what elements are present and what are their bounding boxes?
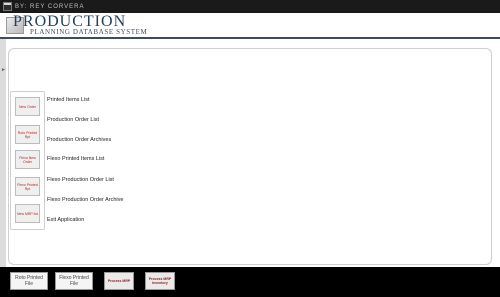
process-mrp-inventory-label: Process MRP Inventory: [148, 277, 172, 285]
window-title: BY: REY CORVERA: [15, 3, 85, 10]
roto-printed-rpt-button[interactable]: Roto Printed Rpt: [15, 125, 40, 144]
flexo-printed-rpt-button[interactable]: Flexo Printed Rpt: [15, 177, 40, 196]
main-area: ► New Order Roto Printed Rpt Flexo New O…: [0, 39, 500, 267]
new-order-button-label: New Order: [19, 104, 36, 109]
logo-subtitle: PLANNING DATABASE SYSTEM: [30, 28, 148, 36]
menu-link-flexo-production-order-archive[interactable]: Flexo Production Order Archive: [47, 197, 123, 203]
process-mrp-inventory-button[interactable]: Process MRP Inventory: [145, 272, 175, 290]
menu-link-flexo-production-order-list[interactable]: Flexo Production Order List: [47, 177, 114, 183]
menu-link-printed-items-list[interactable]: Printed Items List: [47, 97, 90, 103]
menu-button-column: New Order Roto Printed Rpt Flexo New Ord…: [10, 91, 45, 230]
roto-printed-file-label: Roto Printed File: [15, 275, 43, 287]
menu-link-production-order-list[interactable]: Production Order List: [47, 117, 99, 123]
new-order-button[interactable]: New Order: [15, 97, 40, 116]
app-window-icon[interactable]: [3, 2, 12, 11]
navigation-pane-strip[interactable]: ►: [0, 39, 6, 267]
flexo-new-order-button[interactable]: Flexo New Order: [15, 150, 40, 169]
new-mrp-list-button-label: New MRP list: [17, 211, 38, 216]
expand-arrow-icon[interactable]: ►: [1, 67, 6, 73]
roto-printed-file-button[interactable]: Roto Printed File: [10, 272, 48, 290]
menu-link-flexo-printed-items-list[interactable]: Flexo Printed Items List: [47, 156, 104, 162]
new-mrp-list-button[interactable]: New MRP list: [15, 204, 40, 223]
app-header: PRODUCTION PLANNING DATABASE SYSTEM: [0, 13, 500, 37]
flexo-new-order-button-label: Flexo New Order: [19, 155, 36, 164]
menu-link-production-order-archives[interactable]: Production Order Archives: [47, 137, 111, 143]
process-mrp-button[interactable]: Process MRP: [104, 272, 134, 290]
process-mrp-label: Process MRP: [107, 279, 131, 283]
flexo-printed-file-label: Flexo Printed File: [59, 275, 89, 287]
app-logo: PRODUCTION PLANNING DATABASE SYSTEM: [6, 13, 191, 36]
flexo-printed-file-button[interactable]: Flexo Printed File: [55, 272, 93, 290]
roto-printed-rpt-button-label: Roto Printed Rpt: [17, 130, 38, 139]
footer-toolbar: Roto Printed File Flexo Printed File Pro…: [0, 267, 500, 297]
window-titlebar: BY: REY CORVERA: [0, 0, 500, 13]
menu-link-exit-application[interactable]: Exit Application: [47, 217, 84, 223]
flexo-printed-rpt-button-label: Flexo Printed Rpt: [17, 182, 38, 191]
